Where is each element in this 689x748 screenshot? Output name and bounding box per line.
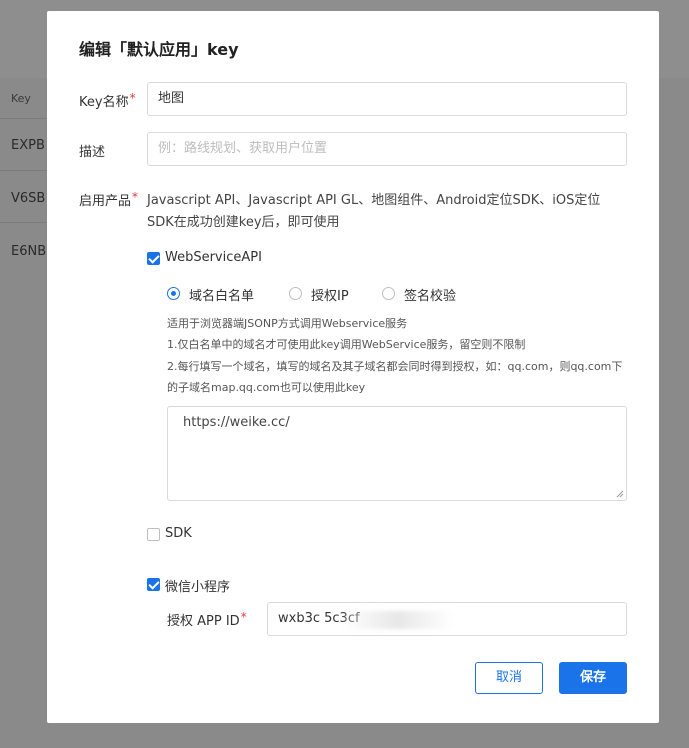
required-mark: *: [240, 610, 247, 624]
sdk-checkbox[interactable]: [147, 528, 160, 541]
description-input[interactable]: 例：路线规划、获取用户位置: [147, 132, 627, 166]
required-mark: *: [129, 91, 136, 105]
edit-key-dialog: 编辑「默认应用」key Key名称* 地图 描述 例：路线规划、获取用户位置 启…: [47, 11, 659, 723]
radio-domain-whitelist[interactable]: [167, 287, 180, 300]
radio-authorized-ip[interactable]: [289, 287, 302, 300]
webservice-hint: 1.仅白名单中的域名才可使用此key调用WebService服务，留空则不限制: [167, 338, 526, 351]
redaction-blur: [343, 611, 453, 629]
webservice-hint: 适用于浏览器端JSONP方式调用Webservice服务: [167, 317, 408, 330]
appid-label: 授权 APP ID*: [167, 610, 247, 629]
wechat-miniprogram-checkbox[interactable]: [147, 578, 160, 591]
radio-domain-whitelist-label[interactable]: 域名白名单: [189, 285, 254, 304]
cancel-button[interactable]: 取消: [475, 662, 543, 694]
webservice-label[interactable]: WebServiceAPI: [165, 250, 262, 265]
table-row: EXPB: [11, 138, 45, 153]
dialog-title: 编辑「默认应用」key: [79, 40, 239, 59]
domain-whitelist-textarea[interactable]: https://weike.cc/: [167, 406, 627, 501]
radio-signature-check-label[interactable]: 签名校验: [404, 285, 456, 304]
webservice-hint: 2.每行填写一个域名，填写的域名及其子域名都会同时得到授权，如：qq.com，则…: [167, 360, 623, 394]
description-label: 描述: [79, 145, 106, 160]
key-name-input[interactable]: 地图: [147, 82, 627, 116]
table-header-key: Key: [11, 92, 31, 105]
radio-signature-check[interactable]: [382, 287, 395, 300]
wechat-miniprogram-label[interactable]: 微信小程序: [165, 576, 230, 595]
products-label: 启用产品*: [79, 190, 139, 209]
required-mark: *: [132, 190, 139, 204]
table-row: V6SB: [11, 191, 46, 206]
table-row: E6NB: [11, 244, 47, 259]
webservice-checkbox[interactable]: [147, 252, 160, 265]
key-name-label: Key名称*: [79, 91, 136, 110]
sdk-label[interactable]: SDK: [165, 526, 192, 541]
save-button[interactable]: 保存: [559, 662, 627, 694]
radio-authorized-ip-label[interactable]: 授权IP: [311, 285, 349, 304]
products-description: Javascript API、Javascript API GL、地图组件、An…: [147, 193, 601, 230]
resize-handle-icon[interactable]: [616, 490, 624, 498]
